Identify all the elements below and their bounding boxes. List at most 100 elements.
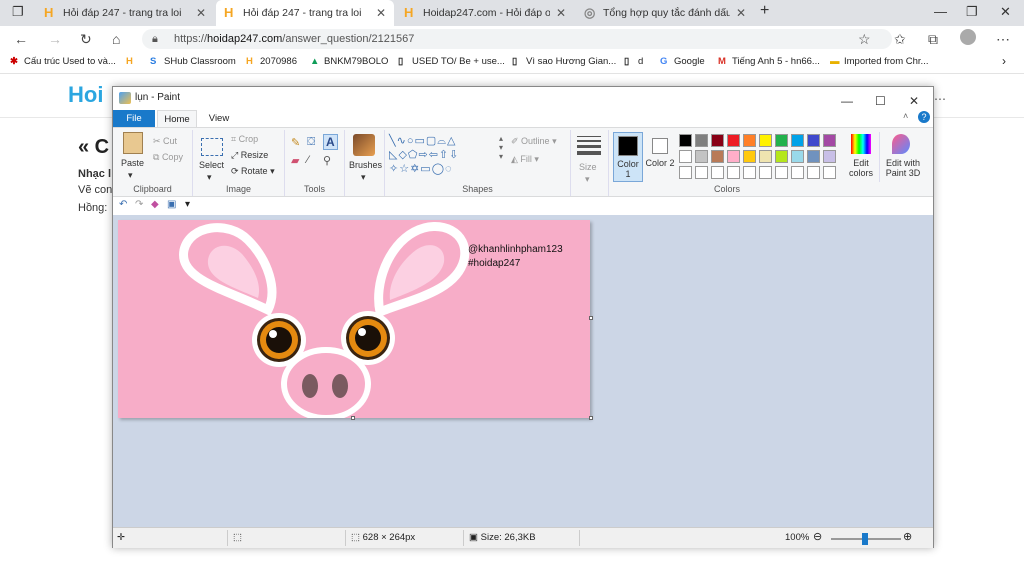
fill-bucket-icon[interactable]: ⛋ xyxy=(307,136,315,149)
zoom-slider[interactable] xyxy=(831,533,901,545)
color2-button[interactable]: Color 2 xyxy=(645,132,675,182)
color-picker-icon[interactable]: ⁄ xyxy=(307,154,309,166)
paint3d-button[interactable]: Edit with Paint 3D xyxy=(879,132,923,182)
gallery-scroll-icon[interactable]: ▴ ▾ ▾ xyxy=(499,134,503,161)
bookmark-item[interactable]: ▲ BNKM79BOLO xyxy=(310,56,388,67)
favorites-icon[interactable]: ✩ xyxy=(894,31,906,48)
back-icon[interactable]: ← xyxy=(14,31,28,47)
bookmark-item[interactable]: G Google xyxy=(660,56,705,67)
resize-button[interactable]: ⤢ Resize xyxy=(231,150,268,161)
color-swatch[interactable] xyxy=(743,134,756,147)
bookmark-item[interactable]: H xyxy=(126,56,140,67)
save-icon[interactable]: ▣ xyxy=(167,199,176,210)
home-icon[interactable]: ⌂ xyxy=(112,31,120,47)
crop-button[interactable]: ⌗ Crop xyxy=(231,134,258,145)
customize-qat-icon[interactable]: ▾ xyxy=(185,199,190,210)
select-button[interactable]: Select xyxy=(199,160,224,170)
color-swatch[interactable] xyxy=(711,134,724,147)
more-icon[interactable]: ⋯ xyxy=(934,92,946,106)
eraser-icon[interactable]: ▰ xyxy=(291,154,299,167)
close-tab-icon[interactable]: ✕ xyxy=(736,6,746,20)
tab-actions-icon[interactable]: ❐ xyxy=(12,4,24,20)
color-swatch[interactable] xyxy=(823,150,836,163)
pencil-icon[interactable]: ✎ xyxy=(291,136,300,149)
bookmark-item[interactable]: M Tiếng Anh 5 - hn66... xyxy=(718,56,820,67)
bookmark-item[interactable]: ▯ d xyxy=(624,56,643,67)
browser-tab-3[interactable]: H Hoidap247.com - Hỏi đáp online ✕ xyxy=(396,0,574,26)
drawing-canvas[interactable]: @khanhlinhpham123 #hoidap247 xyxy=(118,220,590,418)
color-swatch[interactable] xyxy=(679,150,692,163)
color-swatch[interactable] xyxy=(695,150,708,163)
chevron-right-icon[interactable]: › xyxy=(1002,54,1006,68)
color-swatch[interactable] xyxy=(727,134,740,147)
color-swatch[interactable] xyxy=(791,166,804,179)
color-swatch[interactable] xyxy=(791,150,804,163)
tab-file[interactable]: File xyxy=(113,110,155,127)
paint3d-small-icon[interactable]: ◆ xyxy=(151,199,159,210)
collapse-ribbon-icon[interactable]: ˄ xyxy=(903,111,908,121)
url-field[interactable]: 🔒︎ https://hoidap247.com/answer_question… xyxy=(142,29,892,49)
zoom-out-icon[interactable]: ⊖ xyxy=(813,530,822,543)
refresh-icon[interactable]: ↻ xyxy=(80,31,92,48)
color-swatch[interactable] xyxy=(743,150,756,163)
browser-tab-2[interactable]: H Hỏi đáp 247 - trang tra loi ✕ xyxy=(216,0,394,26)
browser-tab-4[interactable]: ◎ Tổng hợp quy tắc đánh dấu trọn ✕ xyxy=(576,0,754,26)
color-swatch[interactable] xyxy=(775,150,788,163)
close-window-icon[interactable]: ✕ xyxy=(1000,4,1011,20)
rotate-button[interactable]: ⟳ Rotate ▾ xyxy=(231,166,275,177)
zoom-in-icon[interactable]: ⊕ xyxy=(903,530,912,543)
minimize-icon[interactable]: — xyxy=(934,4,947,19)
more-menu-icon[interactable]: ⋯ xyxy=(996,31,1010,48)
brushes-button[interactable]: Brushes xyxy=(349,160,382,170)
color-swatch[interactable] xyxy=(823,166,836,179)
help-icon[interactable]: ? xyxy=(918,111,930,123)
magnifier-icon[interactable]: ⚲ xyxy=(323,154,331,167)
color-swatch[interactable] xyxy=(823,134,836,147)
bookmark-item[interactable]: H 2070986 xyxy=(246,56,297,67)
color-swatch[interactable] xyxy=(727,150,740,163)
bookmark-item[interactable]: S SHub Classroom xyxy=(150,56,236,67)
fill-button[interactable]: ◭ Fill ▾ xyxy=(511,154,539,165)
tab-view[interactable]: View xyxy=(201,110,237,127)
browser-tab-1[interactable]: H Hỏi đáp 247 - trang tra loi ✕ xyxy=(36,0,214,26)
outline-button[interactable]: ✐ Outline ▾ xyxy=(511,136,557,147)
color-swatch[interactable] xyxy=(775,134,788,147)
resize-handle-right[interactable] xyxy=(589,316,593,320)
resize-handle-corner[interactable] xyxy=(589,416,593,420)
shapes-gallery[interactable]: ╲∿○▭▢⌓△ ◺◇⬠⇨⇦⇧⇩ ✧☆✡▭◯◌ xyxy=(389,134,497,178)
forward-icon[interactable]: → xyxy=(48,31,62,47)
zoom-slider-thumb[interactable] xyxy=(862,533,868,545)
color-swatch[interactable] xyxy=(679,166,692,179)
tab-home[interactable]: Home xyxy=(157,110,197,127)
color-swatch[interactable] xyxy=(759,134,772,147)
color-swatch[interactable] xyxy=(711,166,724,179)
color-swatch[interactable] xyxy=(695,134,708,147)
resize-handle-bottom[interactable] xyxy=(351,416,355,420)
bookmark-item[interactable]: ✱ Cấu trúc Used to và... xyxy=(10,56,116,67)
new-tab-icon[interactable]: + xyxy=(760,2,769,20)
site-logo[interactable]: Hoi xyxy=(68,82,103,108)
favorite-star-icon[interactable]: ☆ xyxy=(858,31,871,48)
restore-icon[interactable]: ❐ xyxy=(966,4,978,20)
bookmark-item[interactable]: ▬ Imported from Chr... xyxy=(830,56,928,67)
color1-button[interactable]: Color 1 xyxy=(613,132,643,182)
close-tab-icon[interactable]: ✕ xyxy=(556,6,566,20)
redo-icon[interactable]: ↷ xyxy=(135,199,143,210)
color-swatch[interactable] xyxy=(679,134,692,147)
edit-colors-button[interactable]: Edit colors xyxy=(845,132,877,182)
close-tab-icon[interactable]: ✕ xyxy=(196,6,206,20)
color-swatch[interactable] xyxy=(759,166,772,179)
text-tool-icon[interactable]: A xyxy=(323,134,338,150)
undo-icon[interactable]: ↶ xyxy=(119,199,127,210)
color-swatch[interactable] xyxy=(727,166,740,179)
color-swatch[interactable] xyxy=(791,134,804,147)
color-swatch[interactable] xyxy=(711,150,724,163)
paste-button[interactable]: Paste xyxy=(121,158,144,168)
cut-button[interactable]: ✂ Cut xyxy=(153,136,177,147)
collections-icon[interactable]: ⧉ xyxy=(928,31,938,48)
color-swatch[interactable] xyxy=(807,166,820,179)
color-swatch[interactable] xyxy=(775,166,788,179)
color-swatch[interactable] xyxy=(759,150,772,163)
color-swatch[interactable] xyxy=(695,166,708,179)
profile-avatar[interactable] xyxy=(960,29,976,45)
